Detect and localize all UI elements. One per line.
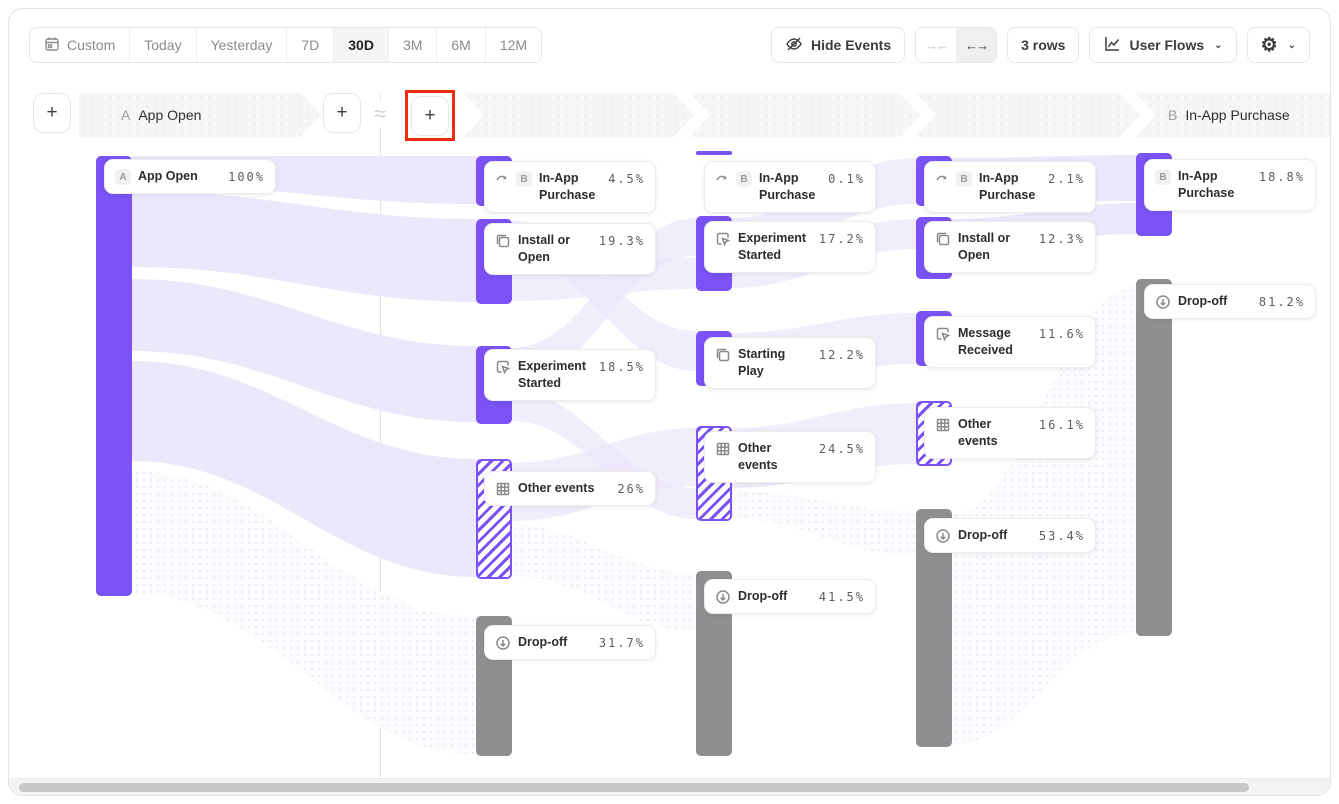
horizontal-scrollbar-thumb[interactable] (19, 783, 1249, 792)
node-experiment-started-s1[interactable]: Experiment Started 18.5% (484, 349, 656, 401)
drop-off-icon (935, 528, 951, 544)
horizontal-scrollbar-track[interactable] (9, 778, 1330, 795)
node-starting-play-s2[interactable]: Starting Play 12.2% (704, 337, 876, 389)
bar-drop-off-final[interactable] (1136, 279, 1172, 636)
grid-icon (495, 481, 511, 497)
node-install-or-open-s3[interactable]: Install or Open 12.3% (924, 221, 1096, 273)
add-step-after-a-button[interactable]: + (323, 93, 361, 133)
node-app-open[interactable]: A App Open 100% (104, 159, 276, 194)
node-experiment-started-s2[interactable]: Experiment Started 17.2% (704, 221, 876, 273)
flows-canvas: Custom Today Yesterday 7D 30D 3M 6M 12M … (8, 8, 1331, 796)
click-cursor-icon (495, 359, 511, 375)
add-step-middle-button[interactable]: + (411, 96, 449, 136)
sankey-ribbons (9, 9, 1331, 796)
overlap-squares-icon (715, 347, 731, 363)
node-inapp-purchase-final[interactable]: B In-App Purchase 18.8% (1144, 159, 1316, 211)
trend-arrow-icon (935, 171, 949, 185)
step-b-badge: B (1155, 169, 1171, 185)
drop-off-icon (495, 635, 511, 651)
approx-symbol: ≈ (371, 101, 389, 127)
node-drop-off-s1[interactable]: Drop-off 31.7% (484, 625, 656, 660)
node-other-events-s1[interactable]: Other events 26% (484, 471, 656, 506)
node-other-events-s2[interactable]: Other events 24.5% (704, 431, 876, 483)
node-inapp-purchase-s2[interactable]: B In-App Purchase 0.1% (704, 161, 876, 213)
node-other-events-s3[interactable]: Other events 16.1% (924, 407, 1096, 459)
node-message-received-s3[interactable]: Message Received 11.6% (924, 316, 1096, 368)
node-install-or-open-s1[interactable]: Install or Open 19.3% (484, 223, 656, 275)
overlap-squares-icon (495, 233, 511, 249)
node-inapp-purchase-s3[interactable]: B In-App Purchase 2.1% (924, 161, 1096, 213)
drop-off-icon (1155, 294, 1171, 310)
bar-app-open[interactable] (96, 156, 132, 596)
step-a-badge: A (115, 169, 131, 185)
add-step-before-button[interactable]: + (33, 93, 71, 133)
click-cursor-icon (715, 231, 731, 247)
node-drop-off-final[interactable]: Drop-off 81.2% (1144, 284, 1316, 319)
bar-inapp-purchase-s2[interactable] (696, 151, 732, 155)
node-inapp-purchase-s1[interactable]: B In-App Purchase 4.5% (484, 161, 656, 213)
trend-arrow-icon (495, 171, 509, 185)
node-drop-off-s2[interactable]: Drop-off 41.5% (704, 579, 876, 614)
grid-icon (935, 417, 951, 433)
step-b-badge: B (736, 171, 752, 187)
trend-arrow-icon (715, 171, 729, 185)
step-b-badge: B (516, 171, 532, 187)
overlap-squares-icon (935, 231, 951, 247)
click-cursor-icon (935, 326, 951, 342)
node-drop-off-s3[interactable]: Drop-off 53.4% (924, 518, 1096, 553)
grid-icon (715, 441, 731, 457)
drop-off-icon (715, 589, 731, 605)
step-b-badge: B (956, 171, 972, 187)
